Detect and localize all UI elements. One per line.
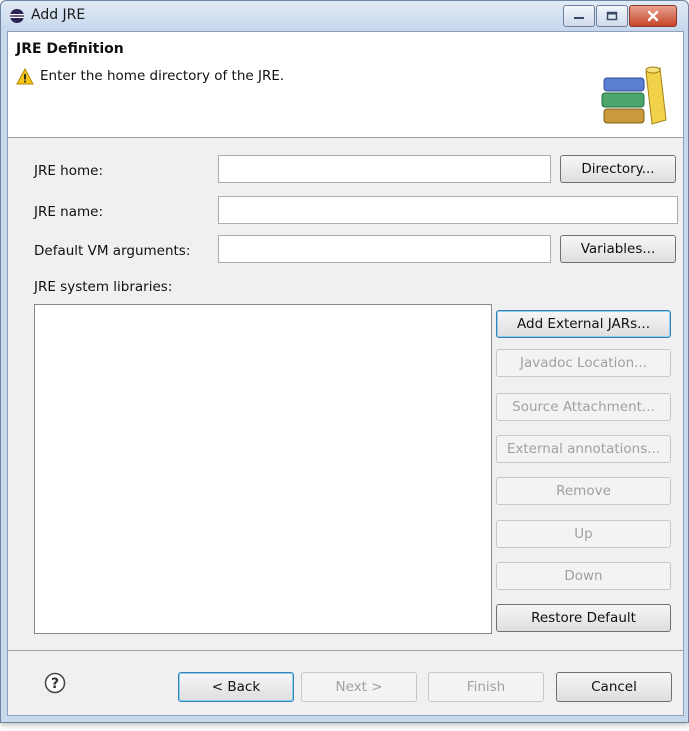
jre-library-books-icon [601, 66, 667, 125]
source-attachment-button[interactable]: Source Attachment... [496, 393, 671, 421]
minimize-icon [574, 17, 584, 19]
cancel-button[interactable]: Cancel [556, 672, 672, 702]
dialog-client-area: JRE Definition Enter the home directory … [7, 31, 684, 716]
footer-separator [8, 650, 683, 651]
vm-arguments-label: Default VM arguments: [34, 243, 191, 259]
window-title: Add JRE [31, 7, 86, 23]
jre-name-label: JRE name: [34, 204, 104, 220]
restore-default-button[interactable]: Restore Default [496, 604, 671, 632]
system-libraries-list[interactable] [34, 304, 492, 634]
jre-name-input[interactable] [218, 196, 678, 224]
add-external-jars-button[interactable]: Add External JARs... [496, 310, 671, 338]
help-icon[interactable]: ? [44, 672, 66, 694]
header-message: Enter the home directory of the JRE. [40, 68, 285, 84]
vm-arguments-input[interactable] [218, 235, 551, 263]
directory-button[interactable]: Directory... [560, 155, 676, 183]
minimize-button[interactable] [563, 5, 595, 27]
jre-home-input[interactable] [218, 155, 551, 183]
javadoc-location-button[interactable]: Javadoc Location... [496, 349, 671, 377]
eclipse-icon [10, 9, 24, 23]
external-annotations-button[interactable]: External annotations... [496, 435, 671, 463]
add-jre-window: Add JRE JRE Definition Enter the home di… [0, 0, 689, 723]
maximize-button[interactable] [596, 5, 628, 27]
page-title: JRE Definition [16, 41, 124, 57]
title-bar[interactable]: Add JRE [1, 1, 688, 31]
close-button[interactable] [629, 5, 677, 27]
close-icon [647, 10, 659, 22]
variables-button[interactable]: Variables... [560, 235, 676, 263]
wizard-header: JRE Definition Enter the home directory … [8, 32, 683, 138]
warning-icon [16, 68, 34, 85]
next-button[interactable]: Next > [301, 672, 417, 702]
svg-text:?: ? [51, 676, 59, 692]
back-button[interactable]: < Back [178, 672, 294, 702]
jre-home-label: JRE home: [34, 163, 104, 179]
down-button[interactable]: Down [496, 562, 671, 590]
remove-button[interactable]: Remove [496, 477, 671, 505]
finish-button[interactable]: Finish [428, 672, 544, 702]
system-libraries-label: JRE system libraries: [34, 279, 173, 295]
maximize-icon [606, 11, 618, 21]
up-button[interactable]: Up [496, 520, 671, 548]
